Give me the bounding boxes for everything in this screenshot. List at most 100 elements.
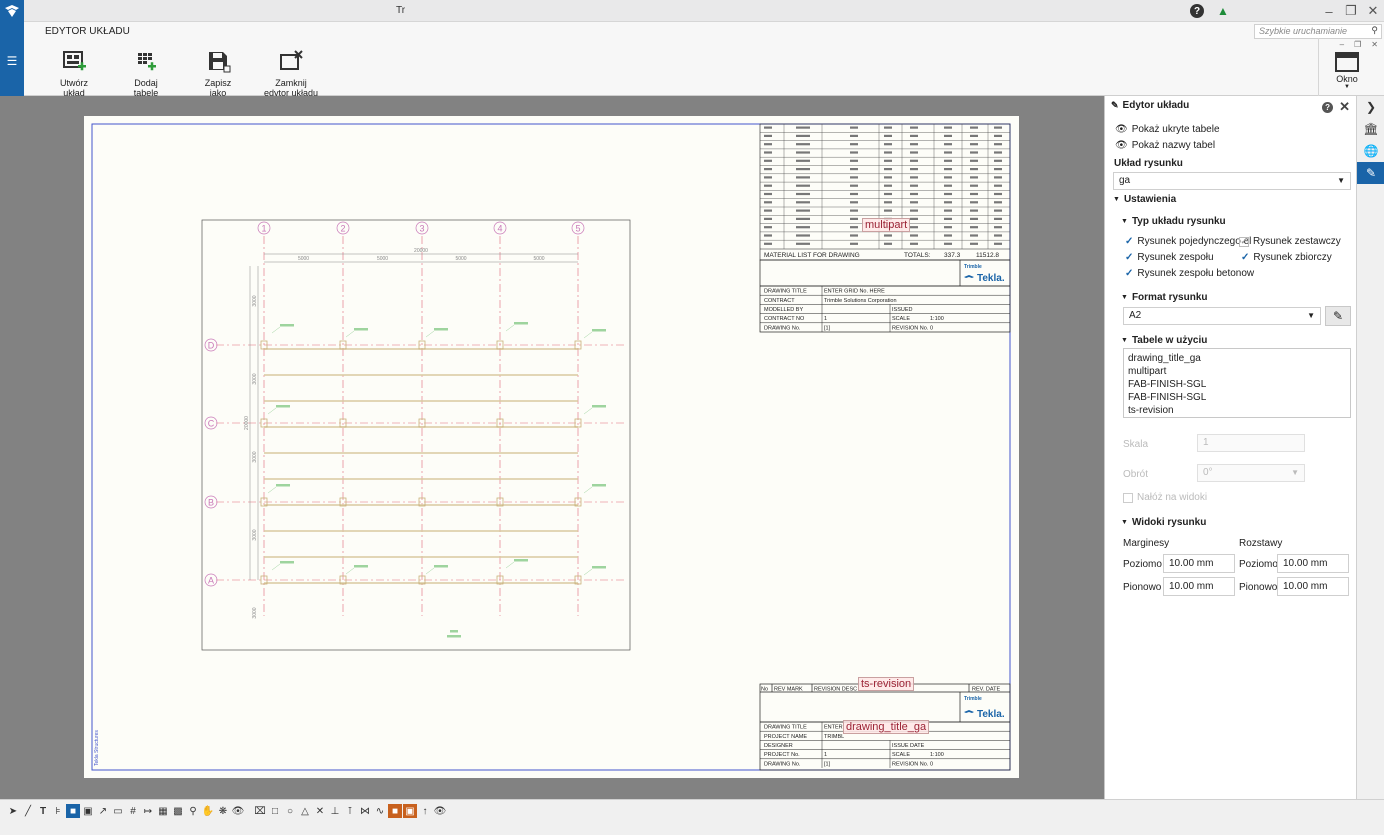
sub-restore-icon[interactable]: ❐ — [1354, 40, 1361, 49]
panel-help-icon[interactable]: ? — [1322, 101, 1334, 113]
tab-layout-editor[interactable]: EDYTOR UKŁADU — [45, 26, 130, 37]
snap-cross-icon[interactable]: ✕ — [313, 804, 327, 818]
table-tag-multipart[interactable]: multipart — [862, 218, 911, 232]
close-layout-editor-button[interactable]: Zamknij edytor układu — [262, 50, 320, 98]
scale-field[interactable]: 1 — [1197, 434, 1305, 452]
checkbox-multi-drawing[interactable]: ✓ Rysunek zbiorczy — [1241, 252, 1332, 263]
list-item[interactable]: FAB-FINISH-SGL — [1128, 378, 1346, 391]
drawing-views-section[interactable]: ▼ Widoki rysunku — [1121, 517, 1206, 528]
list-item[interactable]: ts-revision — [1128, 404, 1346, 417]
sub-close-icon[interactable]: ✕ — [1371, 40, 1378, 49]
minimize-icon[interactable]: – — [1318, 0, 1340, 22]
visibility-icon[interactable]: 👁 — [231, 804, 245, 818]
leader-icon[interactable]: ↗ — [96, 804, 110, 818]
help-icon[interactable]: ? — [1190, 4, 1204, 18]
user-icon[interactable]: ▲ — [1216, 4, 1230, 18]
tables-in-use-list[interactable]: drawing_title_ga multipart FAB-FINISH-SG… — [1123, 348, 1351, 418]
title-block-cell: 1 — [824, 316, 827, 322]
orthogonal-icon[interactable]: ↑ — [418, 804, 432, 818]
overlay-views-checkbox[interactable]: Nałóż na widoki — [1123, 492, 1207, 503]
table-tag-drawing-title[interactable]: drawing_title_ga — [843, 720, 930, 734]
frame-icon[interactable]: ▣ — [81, 804, 95, 818]
checkbox-concrete-unit[interactable]: ✓ Rysunek zespołu betonow — [1125, 268, 1254, 279]
create-layout-button[interactable]: Utwórz układ — [50, 50, 98, 98]
margin-vertical-input[interactable]: 10.00 mm — [1163, 577, 1235, 596]
checkbox-cast-unit[interactable]: ✓ Rysunek zespołu — [1125, 252, 1214, 263]
line-icon[interactable]: ╱ — [21, 804, 35, 818]
layout-editor-panel: ✎ Edytor układu ? ✕ 👁 Pokaż ukryte tabel… — [1104, 96, 1356, 799]
checkbox-single-part[interactable]: ✓ Rysunek pojedynczego el — [1125, 236, 1251, 247]
pan-hand-icon[interactable]: ✋ — [201, 804, 215, 818]
view-eye-icon[interactable]: 👁 — [433, 804, 447, 818]
select-arrow-icon[interactable]: ➤ — [6, 804, 20, 818]
snap-curve-icon[interactable]: ∿ — [373, 804, 387, 818]
title-block-cell: PROJECT NAME — [764, 734, 807, 740]
show-hidden-tables-toggle[interactable]: 👁 Pokaż ukryte tabele — [1115, 124, 1220, 135]
expand-panel-icon[interactable]: ❯ — [1357, 96, 1384, 118]
snap-icon[interactable]: ❋ — [216, 804, 230, 818]
sub-minimize-icon[interactable]: – — [1340, 40, 1344, 49]
window-menu-button[interactable]: Okno ▼ — [1335, 52, 1359, 90]
layout-editor-tab-icon[interactable]: ✎ — [1357, 162, 1384, 184]
title-block-cell: CONTRACT — [764, 298, 795, 304]
globe-icon[interactable]: 🌐 — [1357, 140, 1384, 162]
title-block-cell: 0 — [930, 325, 933, 331]
edit-format-button[interactable]: ✎ — [1325, 306, 1351, 326]
rotation-label: Obrót — [1123, 469, 1149, 480]
format-select[interactable]: A2 ▼ — [1123, 307, 1321, 325]
title-block-cell: DRAWING TITLE — [764, 725, 807, 731]
zoom-icon[interactable]: ⚲ — [186, 804, 200, 818]
restore-icon[interactable]: ❐ — [1340, 0, 1362, 22]
rotation-select[interactable]: 0° ▼ — [1197, 464, 1305, 482]
snap-reference-icon[interactable]: ■ — [388, 804, 402, 818]
text-icon[interactable]: T — [36, 804, 50, 818]
snap-geometry-icon[interactable]: ▣ — [403, 804, 417, 818]
quick-launch-input[interactable]: Szybkie uruchamianie ⚲ — [1254, 24, 1382, 39]
snap-midpoint-icon[interactable]: ⊺ — [343, 804, 357, 818]
window-frame-icon[interactable]: ▭ — [111, 804, 125, 818]
table-grid-icon[interactable]: ▦ — [156, 804, 170, 818]
rev-no-header: No — [761, 687, 768, 693]
menu-icon[interactable]: ☰ — [0, 22, 24, 96]
panel-close-icon[interactable]: ✕ — [1339, 99, 1350, 115]
spacing-horizontal-input[interactable]: 10.00 mm — [1277, 554, 1349, 573]
grid-lines-icon[interactable]: # — [126, 804, 140, 818]
close-icon[interactable]: ✕ — [1362, 0, 1384, 22]
checkbox-assembly-drawing[interactable]: ✓ Rysunek zestawczy — [1239, 236, 1341, 247]
check-icon: ✓ — [1125, 252, 1134, 263]
save-as-button[interactable]: Zapisz jako — [196, 50, 240, 98]
add-tables-button[interactable]: Dodaj tabele — [122, 50, 170, 98]
tables-in-use-section[interactable]: ▼ Tabele w użyciu — [1121, 335, 1207, 346]
catalog-icon[interactable]: 🏛 — [1357, 118, 1384, 140]
drawing-canvas[interactable]: MATERIAL LIST FOR DRAWING TOTALS: 337.3 … — [0, 96, 1104, 799]
format-section[interactable]: ▼ Format rysunku — [1121, 292, 1208, 303]
drawing-sheet[interactable]: MATERIAL LIST FOR DRAWING TOTALS: 337.3 … — [84, 116, 1019, 778]
table-tag-ts-revision[interactable]: ts-revision — [858, 677, 915, 691]
list-item[interactable]: drawing_title_ga — [1128, 352, 1346, 365]
fill-rectangle-icon[interactable]: ■ — [66, 804, 80, 818]
layout-select[interactable]: ga ▼ — [1113, 172, 1351, 190]
spacing-vertical-input[interactable]: 10.00 mm — [1277, 577, 1349, 596]
snap-circle-icon[interactable]: ○ — [283, 804, 297, 818]
snap-box-icon[interactable]: ⌧ — [253, 804, 267, 818]
list-item[interactable]: FAB-FINISH-SGL — [1128, 391, 1346, 404]
rev-mark-header: REV MARK — [774, 687, 803, 693]
margin-horizontal-input[interactable]: 10.00 mm — [1163, 554, 1235, 573]
snap-triangle-icon[interactable]: △ — [298, 804, 312, 818]
dimension-part: 5000 — [455, 256, 466, 262]
tekla-logo-icon[interactable] — [0, 0, 24, 22]
grid-label: 3 — [419, 224, 424, 234]
dimension-total: 20000 — [414, 248, 428, 254]
snap-square-icon[interactable]: □ — [268, 804, 282, 818]
collapse-triangle-icon: ▼ — [1121, 519, 1128, 526]
width-icon[interactable]: ↦ — [141, 804, 155, 818]
settings-section[interactable]: ▼ Ustawienia — [1113, 194, 1176, 205]
show-table-names-toggle[interactable]: 👁 Pokaż nazwy tabel — [1115, 140, 1215, 151]
dimension-icon[interactable]: ⊧ — [51, 804, 65, 818]
search-icon: ⚲ — [1371, 25, 1378, 35]
pattern-icon[interactable]: ▩ — [171, 804, 185, 818]
snap-intersection-icon[interactable]: ⋈ — [358, 804, 372, 818]
snap-perpendicular-icon[interactable]: ⊥ — [328, 804, 342, 818]
list-item[interactable]: multipart — [1128, 365, 1346, 378]
layout-type-section[interactable]: ▼ Typ układu rysunku — [1121, 216, 1226, 227]
